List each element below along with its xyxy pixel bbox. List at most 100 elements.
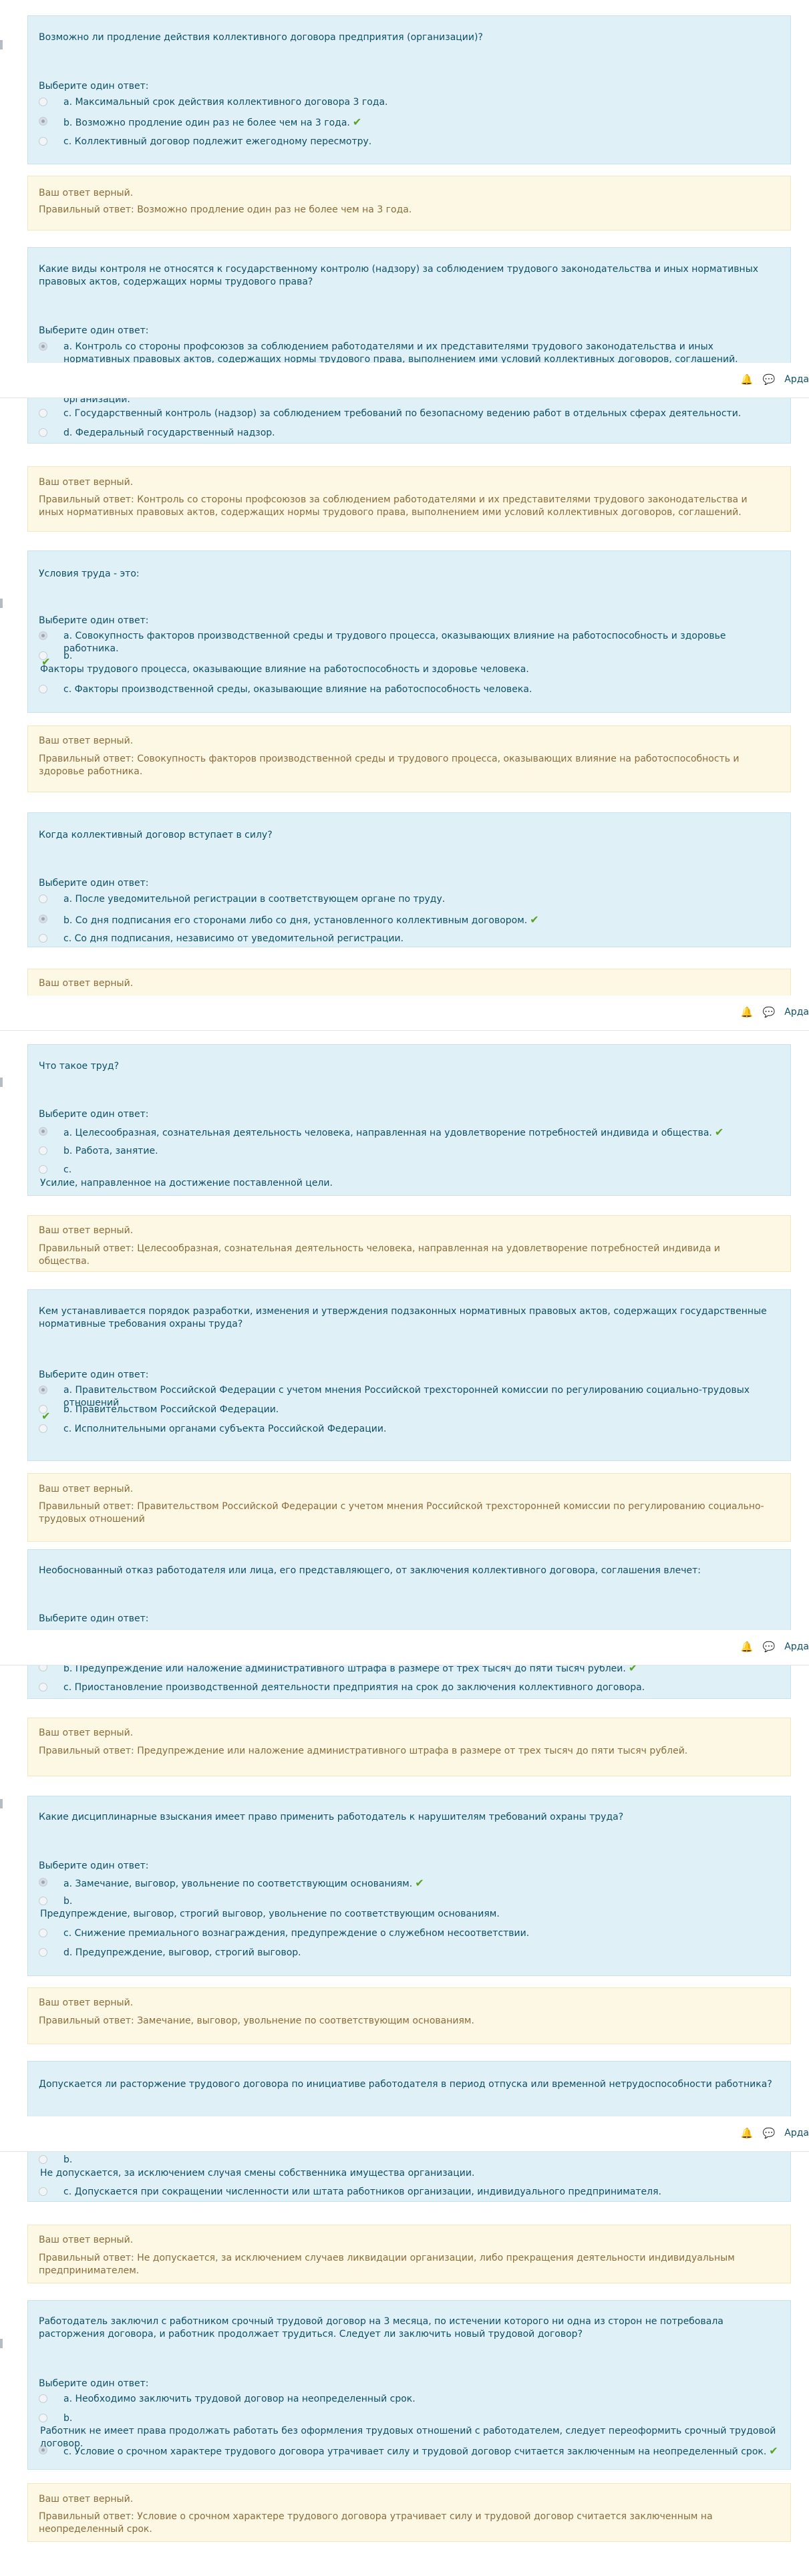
feedback-title: Ваш ответ верный. (39, 978, 134, 989)
answer-prompt: Выберите один ответ: (39, 81, 149, 92)
radio-button[interactable] (39, 137, 47, 146)
answer-option[interactable]: c. Условие о срочном характере трудового… (39, 2444, 780, 2458)
answer-option[interactable]: a. Необходимо заключить трудовой договор… (39, 2393, 780, 2406)
answer-option[interactable]: b. (39, 1895, 780, 1908)
radio-button[interactable] (39, 2394, 47, 2403)
chat-icon[interactable]: 💬 (763, 2127, 776, 2139)
answer-option[interactable]: b. Предупреждение или наложение админист… (39, 1665, 780, 1675)
feedback-box: Ваш ответ верный. Правильный ответ: Заме… (27, 1987, 791, 2044)
question-box: Какие дисциплинарные взыскания имеет пра… (27, 1796, 791, 1976)
answer-option[interactable]: b. Работа, занятие. (39, 1145, 780, 1158)
correct-check-icon: ✔ (415, 1877, 424, 1889)
answer-option[interactable]: c. (39, 1164, 780, 1176)
answer-option[interactable]: b. (39, 2154, 780, 2166)
answer-option[interactable]: a. Контроль со стороны профсоюзов за соб… (39, 341, 780, 363)
bell-icon[interactable]: 🔔 (741, 373, 754, 385)
question-box: Какие виды контроля не относятся к госуд… (27, 247, 791, 363)
answer-option[interactable]: b. Правительством Российской Федерации. (39, 1404, 780, 1416)
answer-prompt: Выберите один ответ: (39, 1370, 149, 1380)
radio-button[interactable] (39, 934, 47, 943)
chat-icon[interactable]: 💬 (763, 1006, 776, 1018)
radio-button[interactable] (39, 98, 47, 106)
feedback-answer: Правильный ответ: Целесообразная, сознат… (39, 1243, 721, 1267)
question-box: Возможно ли продление действия коллектив… (27, 15, 791, 164)
answer-option[interactable]: c. Государственный контроль (надзор) за … (39, 408, 780, 420)
answer-option[interactable]: c. Снижение премиального вознаграждения,… (39, 1927, 780, 1940)
answer-option[interactable]: d. Предупреждение, выговор, строгий выго… (39, 1947, 780, 1959)
radio-button[interactable] (39, 1878, 47, 1887)
user-menu[interactable]: Арда (784, 1641, 809, 1652)
answer-option[interactable]: d. Федеральный государственный надзор. (39, 427, 780, 440)
radio-button[interactable] (39, 1683, 47, 1692)
answer-option[interactable]: c. Факторы производственной среды, оказы… (39, 683, 780, 696)
answer-option[interactable]: b. (39, 650, 780, 663)
feedback-answer: Правильный ответ: Предупреждение или нал… (39, 1746, 688, 1756)
radio-button[interactable] (39, 895, 47, 903)
page-segment: Что такое труд? Выберите один ответ: a. … (0, 1031, 809, 1630)
radio-button[interactable] (39, 2155, 47, 2164)
feedback-title: Ваш ответ верный. (39, 2235, 134, 2245)
correct-check-icon: ✔ (714, 1126, 724, 1138)
feedback-box: Ваш ответ верный. Правильный ответ: Целе… (27, 1215, 791, 1272)
feedback-title: Ваш ответ верный. (39, 1997, 134, 2008)
radio-button[interactable] (39, 342, 47, 351)
radio-button[interactable] (39, 1165, 47, 1174)
question-text: Какие дисциплинарные взыскания имеет пра… (39, 1812, 624, 1822)
answer-option[interactable]: b. Со дня подписания его сторонами либо … (39, 913, 780, 927)
page-segment: b. Не допускается, за исключением случая… (0, 2152, 809, 2576)
radio-button[interactable] (39, 2187, 47, 2196)
radio-button[interactable] (39, 1948, 47, 1957)
answer-option[interactable]: b. (39, 2412, 780, 2425)
feedback-title: Ваш ответ верный. (39, 2494, 134, 2505)
feedback-box: Ваш ответ верный. Правильный ответ: Усло… (27, 2483, 791, 2542)
answer-option[interactable]: b. Возможно продление один раз не более … (39, 116, 780, 130)
radio-button[interactable] (39, 2446, 47, 2454)
answer-option-text: Предупреждение, выговор, строгий выговор… (40, 1909, 500, 1919)
question-text: Какие виды контроля не относятся к госуд… (39, 264, 759, 287)
radio-button[interactable] (39, 915, 47, 923)
radio-button[interactable] (39, 1386, 47, 1394)
page-segment: b. Предупреждение или наложение админист… (0, 1665, 809, 2141)
radio-button[interactable] (39, 1405, 47, 1414)
radio-button[interactable] (39, 1127, 47, 1136)
radio-button[interactable] (39, 2414, 47, 2422)
answer-option[interactable]: a. После уведомительной регистрации в со… (39, 893, 780, 906)
radio-button[interactable] (39, 685, 47, 693)
bell-icon[interactable]: 🔔 (741, 1006, 754, 1018)
answer-option[interactable]: c. Исполнительными органами субъекта Рос… (39, 1423, 780, 1436)
radio-button[interactable] (39, 651, 47, 660)
bell-icon[interactable]: 🔔 (741, 1641, 754, 1653)
gutter-marker (0, 40, 3, 49)
gutter-marker (0, 1799, 3, 1808)
gutter-marker (0, 2339, 3, 2348)
radio-button[interactable] (39, 428, 47, 437)
answer-prompt: Выберите один ответ: (39, 1861, 149, 1871)
radio-button[interactable] (39, 1929, 47, 1937)
user-menu[interactable]: Арда (784, 2128, 809, 2138)
answer-option[interactable]: c. Допускается при сокращении численност… (39, 2186, 780, 2199)
radio-button[interactable] (39, 1424, 47, 1433)
radio-button[interactable] (39, 1146, 47, 1155)
answer-prompt: Выберите один ответ: (39, 878, 149, 889)
radio-button[interactable] (39, 117, 47, 126)
user-menu[interactable]: Арда (784, 374, 809, 385)
answer-option[interactable]: a. Целесообразная, сознательная деятельн… (39, 1126, 780, 1140)
answer-option[interactable]: a. Замечание, выговор, увольнение по соо… (39, 1877, 780, 1891)
question-box: Работодатель заключил с работником срочн… (27, 2300, 791, 2470)
bell-icon[interactable]: 🔔 (741, 2127, 754, 2139)
radio-button[interactable] (39, 409, 47, 418)
chat-icon[interactable]: 💬 (763, 1641, 776, 1653)
user-menu[interactable]: Арда (784, 1007, 809, 1017)
answer-option[interactable]: c. Со дня подписания, независимо от увед… (39, 933, 780, 945)
radio-button[interactable] (39, 631, 47, 640)
feedback-answer: Правильный ответ: Не допускается, за иск… (39, 2253, 735, 2276)
feedback-title: Ваш ответ верный. (39, 188, 134, 198)
answer-option[interactable]: c. Приостановление производственной деят… (39, 1681, 780, 1694)
answer-option-text: Не допускается, за исключением случая см… (40, 2168, 475, 2179)
question-box: Необоснованный отказ работодателя или ли… (27, 1549, 791, 1630)
radio-button[interactable] (39, 1897, 47, 1905)
answer-option[interactable]: a. Максимальный срок действия коллективн… (39, 96, 780, 109)
chat-icon[interactable]: 💬 (763, 373, 776, 385)
gutter-marker (0, 1078, 3, 1087)
answer-option[interactable]: c. Коллективный договор подлежит ежегодн… (39, 136, 780, 148)
